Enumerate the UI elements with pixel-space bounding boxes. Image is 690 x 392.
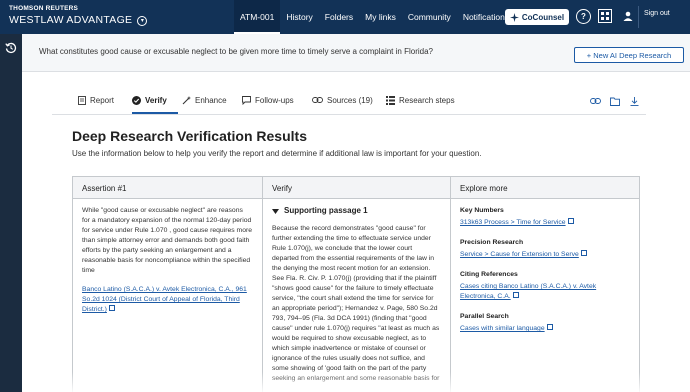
- supporting-passage-title: Supporting passage 1: [284, 206, 368, 215]
- sign-out-link[interactable]: Sign out: [644, 10, 670, 17]
- chevron-down-icon[interactable]: ▾: [137, 15, 148, 26]
- parallel-search-link[interactable]: Cases with similar language: [460, 325, 545, 332]
- cocounsel-button[interactable]: CoCounsel: [505, 9, 569, 25]
- top-navigation-bar: THOMSON REUTERS WESTLAW ADVANTAGE ▾ ATM-…: [0, 0, 690, 34]
- explore-label: Parallel Search: [460, 313, 509, 320]
- caret-down-icon: [272, 208, 279, 214]
- page-subtitle: Use the information below to help you ve…: [72, 149, 482, 158]
- assertion-citation-link[interactable]: Banco Latino (S.A.C.A.) v. Avtek Electro…: [82, 286, 247, 313]
- assertion-header: Assertion #1: [73, 177, 262, 199]
- wand-icon: [182, 96, 191, 105]
- document-icon: [78, 96, 86, 105]
- page-title: Deep Research Verification Results: [72, 128, 307, 144]
- cocounsel-label: CoCounsel: [521, 12, 565, 22]
- citing-references-link[interactable]: Cases citing Banco Latino (S.A.C.A.) v. …: [460, 283, 596, 300]
- check-circle-icon: [132, 96, 141, 105]
- result-tabs: Report Verify Enhance Follow-ups Sources…: [22, 92, 690, 114]
- folder-icon[interactable]: [610, 97, 620, 106]
- tab-research-steps[interactable]: Research steps: [386, 96, 455, 114]
- nav-my-links[interactable]: My links: [359, 0, 402, 34]
- nav-community[interactable]: Community: [402, 0, 457, 34]
- tab-research-steps-label: Research steps: [399, 96, 455, 105]
- divider: [638, 6, 639, 28]
- explore-parallel-search: Parallel Search Cases with similar langu…: [460, 312, 629, 334]
- supporting-passage-text: Because the record demonstrates "good ca…: [272, 225, 440, 382]
- tab-report[interactable]: Report: [78, 96, 114, 114]
- brand-main-text: WESTLAW ADVANTAGE: [9, 14, 133, 26]
- explore-precision-research: Precision Research Service > Cause for E…: [460, 238, 629, 260]
- explore-header: Explore more: [451, 177, 639, 199]
- precision-research-link[interactable]: Service > Cause for Extension to Serve: [460, 251, 579, 258]
- tab-enhance[interactable]: Enhance: [182, 96, 227, 114]
- assertion-text: While "good cause or excusable neglect" …: [82, 207, 253, 274]
- supporting-passage-toggle[interactable]: Supporting passage 1: [272, 206, 440, 216]
- assertion-column: Assertion #1 While "good cause or excusa…: [73, 177, 263, 392]
- external-link-icon: [512, 292, 519, 298]
- verify-column: Verify Supporting passage 1 Because the …: [263, 177, 451, 392]
- download-icon[interactable]: [630, 97, 639, 106]
- link-chain-icon[interactable]: [590, 97, 601, 105]
- left-sidebar: [0, 34, 22, 392]
- history-icon[interactable]: [5, 42, 17, 54]
- link-icon: [312, 97, 323, 103]
- scroll-fade: [22, 372, 690, 392]
- help-icon[interactable]: ?: [576, 9, 591, 24]
- nav-history[interactable]: History: [280, 0, 318, 34]
- steps-icon: [386, 96, 395, 105]
- nav-folders[interactable]: Folders: [319, 0, 359, 34]
- explore-column: Explore more Key Numbers 313k63 Process …: [451, 177, 639, 392]
- tab-sources[interactable]: Sources (19): [312, 96, 373, 114]
- main-nav: ATM-001 History Folders My links Communi…: [234, 0, 515, 34]
- research-question: What constitutes good cause or excusable…: [39, 47, 433, 56]
- nav-client-id[interactable]: ATM-001: [234, 0, 281, 34]
- sparkle-icon: [509, 12, 519, 22]
- question-bar: What constitutes good cause or excusable…: [22, 34, 690, 72]
- tabs-divider: [52, 114, 646, 115]
- explore-label: Precision Research: [460, 239, 524, 246]
- external-link-icon: [546, 324, 553, 330]
- tab-sources-label: Sources (19): [327, 96, 373, 105]
- brand-top-text: THOMSON REUTERS: [9, 5, 79, 12]
- key-number-link[interactable]: 313k63 Process > Time for Service: [460, 219, 566, 226]
- external-link-icon: [567, 218, 574, 224]
- tab-follow-ups-label: Follow-ups: [255, 96, 294, 105]
- westlaw-logo[interactable]: THOMSON REUTERS WESTLAW ADVANTAGE ▾: [9, 5, 148, 27]
- explore-citing-references: Citing References Cases citing Banco Lat…: [460, 270, 629, 302]
- tab-verify-label: Verify: [145, 96, 167, 105]
- tab-enhance-label: Enhance: [195, 96, 227, 105]
- explore-label: Key Numbers: [460, 207, 504, 214]
- verify-header: Verify: [263, 177, 450, 199]
- external-link-icon: [108, 305, 115, 311]
- chat-icon: [242, 96, 251, 105]
- verification-table: Assertion #1 While "good cause or excusa…: [72, 176, 640, 392]
- dashboard-icon[interactable]: [598, 9, 612, 23]
- tab-follow-ups[interactable]: Follow-ups: [242, 96, 294, 114]
- tab-report-label: Report: [90, 96, 115, 105]
- explore-label: Citing References: [460, 271, 518, 278]
- external-link-icon: [580, 250, 587, 256]
- user-icon[interactable]: [621, 9, 635, 23]
- tab-verify[interactable]: Verify: [132, 96, 178, 114]
- explore-key-numbers: Key Numbers 313k63 Process > Time for Se…: [460, 206, 629, 228]
- new-deep-research-button[interactable]: + New AI Deep Research: [574, 47, 684, 63]
